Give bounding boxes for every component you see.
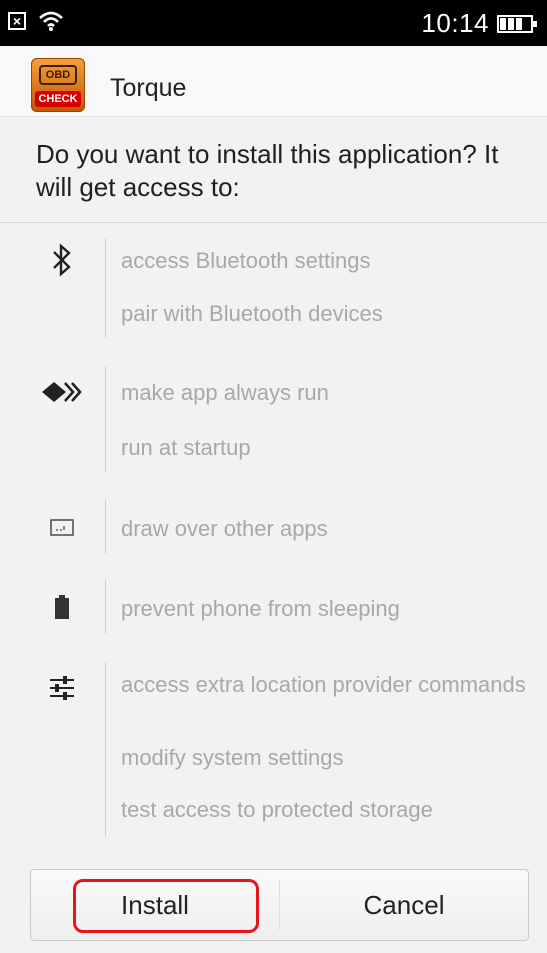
overlay-window-icon: [40, 508, 84, 548]
permission-item: prevent phone from sleeping: [121, 596, 400, 621]
bluetooth-icon: [40, 240, 84, 280]
permission-group-line: [105, 500, 106, 554]
permission-item: make app always run: [121, 380, 329, 405]
obd-check-icon: OBD CHECK: [31, 58, 85, 112]
permission-group-line: [105, 580, 106, 634]
permission-item: test access to protected storage: [121, 797, 433, 822]
install-question: Do you want to install this application?…: [36, 139, 499, 202]
permission-item: access Bluetooth settings: [121, 248, 371, 273]
permission-item: modify system settings: [121, 745, 344, 770]
permission-group-line: [105, 238, 106, 338]
permission-group-line: [105, 366, 106, 472]
settings-sliders-icon: [40, 668, 84, 708]
permission-item: access extra location provider commands: [121, 672, 526, 697]
run-arrows-icon: [40, 372, 84, 412]
divider: [0, 222, 547, 223]
action-button-bar: Install Cancel: [30, 869, 529, 941]
permission-item: pair with Bluetooth devices: [121, 301, 383, 326]
permission-group-line: [105, 662, 106, 836]
cancel-button[interactable]: Cancel: [280, 870, 528, 940]
status-bar: × 10:14: [0, 0, 547, 46]
permission-item: draw over other apps: [121, 516, 328, 541]
app-icon-label-top: OBD: [39, 65, 77, 85]
install-button[interactable]: Install: [31, 870, 279, 940]
app-name: Torque: [110, 74, 187, 102]
wifi-icon: [39, 11, 63, 31]
app-icon-label-bottom: CHECK: [35, 91, 81, 107]
battery-sleep-icon: [40, 587, 84, 627]
x-box-icon: ×: [8, 12, 26, 30]
status-time: 10:14: [421, 8, 489, 38]
permission-item: run at startup: [121, 435, 251, 460]
battery-icon: [497, 14, 537, 33]
